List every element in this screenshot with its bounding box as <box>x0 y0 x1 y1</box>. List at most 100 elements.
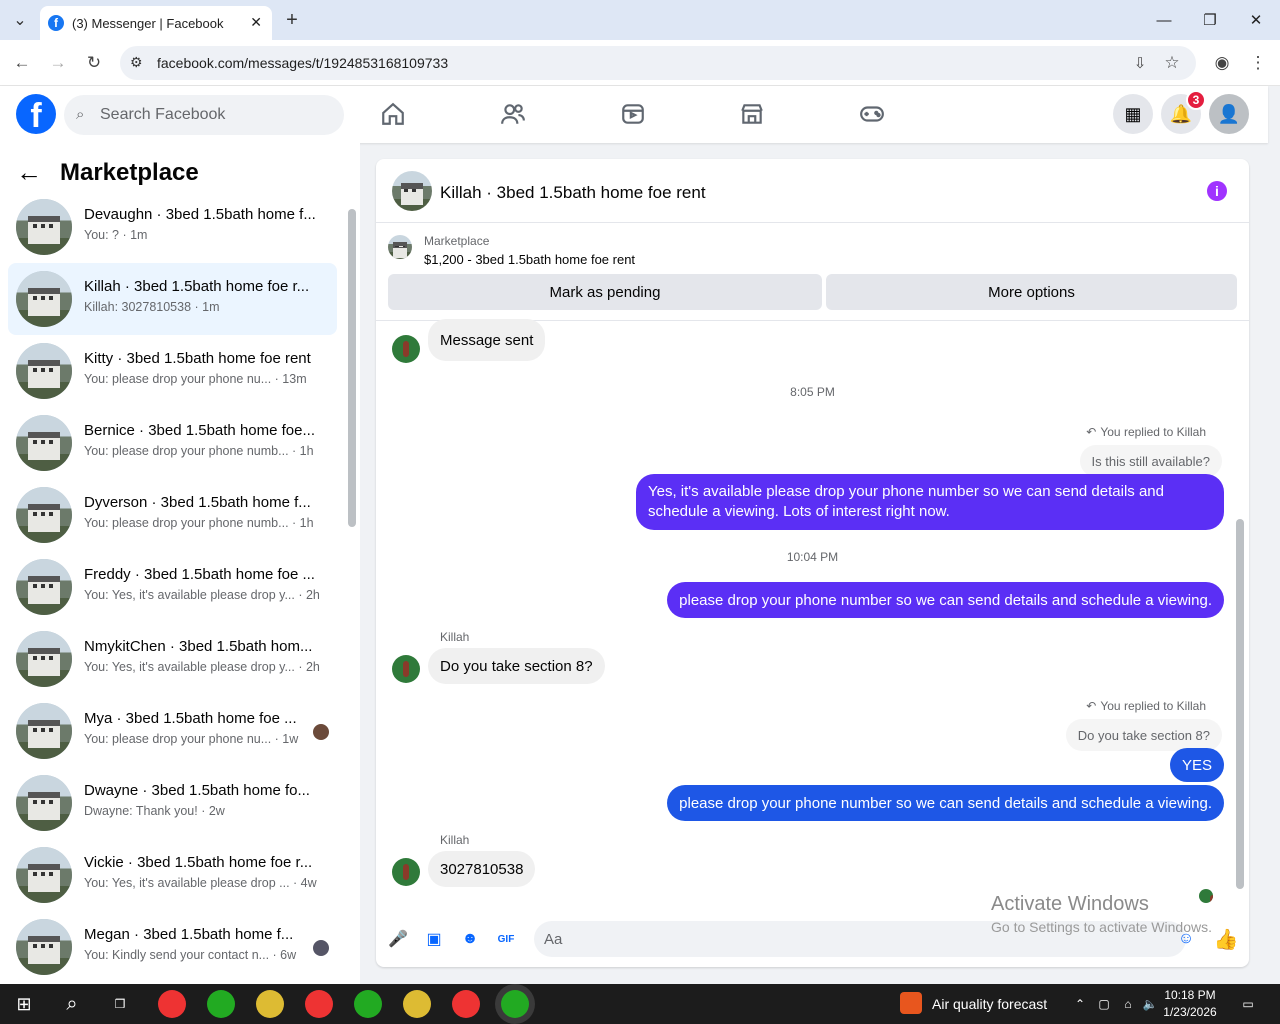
browser-tab[interactable]: f (3) Messenger | Facebook ✕ <box>40 6 272 40</box>
reload-button[interactable]: ↻ <box>82 51 106 75</box>
chrome-taskbar-icon[interactable] <box>158 990 186 1018</box>
message-bubble[interactable]: please drop your phone number so we can … <box>667 785 1224 821</box>
more-options-button[interactable]: More options <box>826 274 1237 310</box>
gaming-icon[interactable] <box>858 100 886 128</box>
windows-start-icon[interactable]: ⊞ <box>10 990 38 1018</box>
mark-as-pending-button[interactable]: Mark as pending <box>388 274 822 310</box>
new-tab-button[interactable]: + <box>280 8 304 32</box>
message-bubble[interactable]: Message sent <box>428 319 546 361</box>
windows-taskbar: ⊞ ⌕ ❒ Air quality forecast ⌃ ▢ ⌂ 🔈 10:18… <box>0 984 1280 1024</box>
weather-widget-text[interactable]: Air quality forecast <box>932 996 1047 1012</box>
chat-scrollbar[interactable] <box>1236 519 1244 889</box>
conversation-preview: Dwayne: Thank you! · 2w <box>84 804 225 818</box>
browser-menu-icon[interactable]: ⋮ <box>1246 51 1270 75</box>
message-bubble[interactable]: YES <box>1169 748 1224 782</box>
conversation-title: Dwayne · 3bed 1.5bath home fo... <box>84 782 310 799</box>
back-arrow-icon[interactable]: ← <box>16 157 42 188</box>
facebook-logo[interactable]: f <box>16 94 56 134</box>
back-button[interactable]: ← <box>10 51 34 75</box>
marketplace-listing-bar: Marketplace $1,200 - 3bed 1.5bath home f… <box>376 223 1249 321</box>
tab-close-icon[interactable]: ✕ <box>250 14 262 31</box>
photo-icon[interactable]: ▣ <box>424 929 444 949</box>
conversation-preview: Killah: 3027810538 · 1m <box>84 300 220 314</box>
conversation-item[interactable]: Dwayne · 3bed 1.5bath home fo... Dwayne: … <box>8 767 337 839</box>
microphone-icon[interactable]: 🎤 <box>388 929 408 949</box>
url-bar[interactable]: ⚙ facebook.com/messages/t/19248531681097… <box>120 46 1196 80</box>
message-bubble[interactable]: Yes, it's available please drop your pho… <box>636 474 1224 530</box>
conversation-avatar <box>16 919 72 975</box>
chrome-taskbar-icon[interactable] <box>403 990 431 1018</box>
restore-button[interactable]: ❐ <box>1187 0 1233 40</box>
conversation-item[interactable]: Bernice · 3bed 1.5bath home foe... You: p… <box>8 407 337 479</box>
chat-title[interactable]: Killah · 3bed 1.5bath home foe rent <box>440 183 706 203</box>
chrome-taskbar-icon-active[interactable] <box>501 990 529 1018</box>
taskbar-search-icon[interactable]: ⌕ <box>58 990 86 1018</box>
tab-search-icon[interactable]: ⌄ <box>8 8 32 32</box>
message-bubble[interactable]: please drop your phone number so we can … <box>667 582 1224 618</box>
conversation-item[interactable]: Megan · 3bed 1.5bath home f... You: Kindl… <box>8 911 337 983</box>
conversation-info-icon[interactable]: i <box>1207 181 1227 201</box>
chrome-taskbar-icon[interactable] <box>207 990 235 1018</box>
conversation-item[interactable]: NmykitChen · 3bed 1.5bath hom... You: Yes… <box>8 623 337 695</box>
account-avatar[interactable]: 👤 <box>1209 94 1249 134</box>
conversation-preview: You: Yes, it's available please drop y..… <box>84 660 320 674</box>
chrome-taskbar-icon[interactable] <box>256 990 284 1018</box>
conversation-item[interactable]: Killah · 3bed 1.5bath home foe r... Killa… <box>8 263 337 335</box>
install-app-icon[interactable]: ⇩ <box>1128 51 1152 75</box>
clock-time: 10:18 PM <box>1164 988 1216 1002</box>
reply-indicator-text: You replied to Killah <box>1100 425 1206 439</box>
chrome-taskbar-icon[interactable] <box>354 990 382 1018</box>
search-input[interactable]: ⌕ Search Facebook <box>64 95 344 135</box>
thumbs-up-icon[interactable]: 👍 <box>1214 929 1239 951</box>
site-info-icon[interactable]: ⚙ <box>130 54 143 71</box>
sender-name: Killah <box>440 630 470 644</box>
minimize-button[interactable]: — <box>1141 0 1187 40</box>
message-line: schedule a viewing. Lots of interest rig… <box>648 503 950 520</box>
message-thread: Message sent 8:05 PM ↶ You replied to Ki… <box>376 319 1249 903</box>
menu-grid-icon[interactable]: ▦ <box>1113 94 1153 134</box>
friends-icon[interactable] <box>499 100 527 128</box>
reply-arrow-icon: ↶ <box>1086 425 1097 439</box>
seen-receipt-avatar <box>1199 889 1213 903</box>
message-bubble[interactable]: Do you take section 8? <box>428 648 605 684</box>
read-receipt-avatar <box>313 940 329 956</box>
conversation-item[interactable]: Kitty · 3bed 1.5bath home foe rent You: p… <box>8 335 337 407</box>
chat-window: Killah · 3bed 1.5bath home foe rent i Ma… <box>376 159 1249 967</box>
profile-icon[interactable]: ◉ <box>1210 51 1234 75</box>
facebook-favicon-icon: f <box>48 15 64 31</box>
conversation-item[interactable]: Mya · 3bed 1.5bath home foe ... You: plea… <box>8 695 337 767</box>
conversation-item[interactable]: Devaughn · 3bed 1.5bath home f... You: ? … <box>8 191 337 263</box>
video-icon[interactable] <box>619 100 647 128</box>
weather-icon[interactable] <box>900 992 922 1014</box>
sender-avatar <box>392 655 420 683</box>
close-window-button[interactable]: ✕ <box>1233 0 1279 40</box>
bookmark-star-icon[interactable]: ☆ <box>1160 51 1184 75</box>
listing-title[interactable]: $1,200 - 3bed 1.5bath home foe rent <box>424 252 635 267</box>
listing-thumbnail[interactable] <box>388 235 412 259</box>
conversation-item[interactable]: Freddy · 3bed 1.5bath home foe ... You: Y… <box>8 551 337 623</box>
gif-icon[interactable]: GIF <box>496 929 516 949</box>
forward-button[interactable]: → <box>46 51 70 75</box>
listing-source-label: Marketplace <box>424 234 490 248</box>
task-view-icon[interactable]: ❒ <box>106 990 134 1018</box>
chrome-taskbar-icon[interactable] <box>305 990 333 1018</box>
conversation-preview: You: Yes, it's available please drop ...… <box>84 876 317 890</box>
quoted-message[interactable]: Is this still available? <box>1079 445 1222 477</box>
sticker-icon[interactable]: ☻ <box>460 929 480 949</box>
tab-title: (3) Messenger | Facebook <box>72 15 224 31</box>
activate-windows-watermark: Activate Windows <box>991 893 1149 915</box>
chat-avatar[interactable] <box>392 171 432 211</box>
reply-indicator: ↶ You replied to Killah <box>1086 699 1206 713</box>
message-bubble[interactable]: 3027810538 <box>428 851 536 887</box>
marketplace-icon[interactable] <box>738 100 766 128</box>
conversation-item[interactable]: Vickie · 3bed 1.5bath home foe r... You: … <box>8 839 337 911</box>
notifications-center-icon[interactable]: ▭ <box>1234 990 1262 1018</box>
conversation-scrollbar[interactable] <box>348 209 356 527</box>
quoted-message[interactable]: Do you take section 8? <box>1065 719 1222 751</box>
conversation-title: Freddy · 3bed 1.5bath home foe ... <box>84 566 315 583</box>
chrome-taskbar-icon[interactable] <box>452 990 480 1018</box>
taskbar-clock[interactable]: 10:18 PM 1/23/2026 <box>1160 987 1220 1021</box>
marketplace-conversations-panel: ← Marketplace Devaughn · 3bed 1.5bath ho… <box>0 143 360 984</box>
conversation-item[interactable]: Dyverson · 3bed 1.5bath home f... You: pl… <box>8 479 337 551</box>
home-icon[interactable] <box>379 100 407 128</box>
